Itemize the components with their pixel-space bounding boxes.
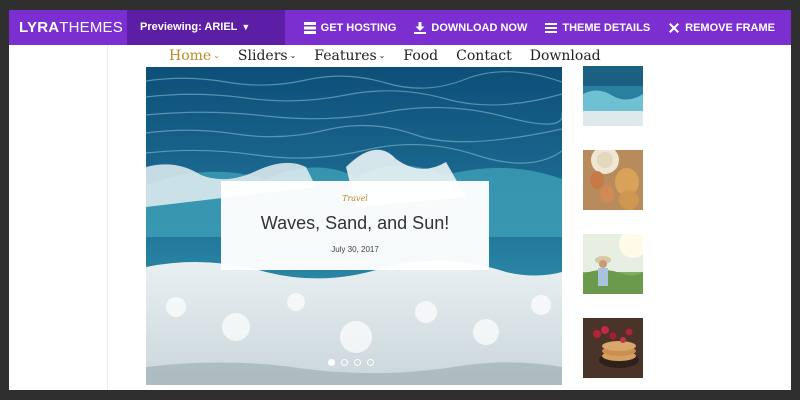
nav-item-download[interactable]: Download bbox=[530, 48, 601, 64]
slide-dot-4[interactable] bbox=[367, 359, 374, 366]
field-person-thumbnail[interactable] bbox=[583, 234, 643, 294]
theme-details-label: THEME DETAILS bbox=[562, 21, 651, 34]
slider-pagination bbox=[328, 359, 380, 366]
lyrathemes-logo[interactable]: LYRATHEMES bbox=[19, 10, 123, 45]
post-date: July 30, 2017 bbox=[331, 245, 379, 254]
post-title[interactable]: Waves, Sand, and Sun! bbox=[221, 213, 489, 234]
brand-light-text: THEMES bbox=[59, 19, 123, 36]
download-now-button[interactable]: DOWNLOAD NOW bbox=[414, 21, 528, 34]
theme-preview-bar: LYRATHEMES Previewing: ARIEL ▼ GET HOSTIN… bbox=[9, 10, 791, 45]
nav-item-sliders[interactable]: Sliders ⌄ bbox=[238, 48, 296, 64]
get-hosting-button[interactable]: GET HOSTING bbox=[303, 21, 397, 34]
nav-item-label: Food bbox=[403, 48, 439, 64]
nav-item-home[interactable]: Home ⌄ bbox=[169, 48, 220, 64]
remove-frame-label: REMOVE FRAME bbox=[685, 21, 775, 34]
nav-item-features[interactable]: Features ⌄ bbox=[314, 48, 385, 64]
chevron-down-icon: ⌄ bbox=[213, 51, 220, 60]
slide-dot-1[interactable] bbox=[328, 359, 335, 366]
list-icon bbox=[545, 22, 558, 33]
post-caption-card[interactable]: Travel Waves, Sand, and Sun! July 30, 20… bbox=[221, 181, 489, 270]
nav-item-label: Download bbox=[529, 48, 601, 64]
pancakes-berries-thumbnail[interactable] bbox=[583, 318, 643, 378]
theme-details-button[interactable]: THEME DETAILS bbox=[545, 22, 650, 34]
ocean-thumbnail-image bbox=[583, 66, 643, 126]
main-navigation: Home ⌄ Sliders ⌄ Features ⌄ Food Contact Do… bbox=[169, 45, 619, 67]
download-now-label: DOWNLOAD NOW bbox=[431, 21, 528, 34]
post-category[interactable]: Travel bbox=[221, 194, 489, 203]
nav-item-label: Sliders bbox=[237, 48, 288, 64]
get-hosting-label: GET HOSTING bbox=[320, 21, 397, 34]
nav-item-label: Features bbox=[314, 48, 377, 64]
close-icon bbox=[669, 22, 680, 33]
nav-item-food[interactable]: Food bbox=[403, 48, 438, 64]
chevron-down-icon: ⌄ bbox=[378, 51, 386, 60]
brand-bold-text: LYRA bbox=[19, 19, 60, 36]
previewing-text: Previewing: ARIEL bbox=[140, 21, 238, 33]
top-actions: GET HOSTING DOWNLOAD NOW THEME DETAILS R… bbox=[286, 10, 775, 45]
eggs-waffles-thumbnail-image bbox=[583, 150, 643, 210]
remove-frame-button[interactable]: REMOVE FRAME bbox=[668, 22, 775, 34]
chevron-down-icon: ⌄ bbox=[289, 51, 297, 60]
pancakes-berries-thumbnail-image bbox=[583, 318, 643, 378]
download-icon bbox=[414, 21, 427, 34]
theme-selector[interactable]: Previewing: ARIEL ▼ bbox=[127, 10, 285, 45]
field-person-thumbnail-image bbox=[583, 234, 643, 294]
ocean-thumbnail[interactable] bbox=[583, 66, 643, 126]
nav-item-label: Contact bbox=[456, 48, 512, 64]
theme-selector-label: Previewing: ARIEL ▼ bbox=[140, 10, 250, 45]
nav-item-label: Home bbox=[169, 48, 212, 64]
eggs-waffles-thumbnail[interactable] bbox=[583, 150, 643, 210]
slide-dot-3[interactable] bbox=[354, 359, 361, 366]
server-icon bbox=[303, 21, 316, 34]
browser-frame: LYRATHEMES Previewing: ARIEL ▼ GET HOSTIN… bbox=[9, 10, 791, 390]
nav-item-contact[interactable]: Contact bbox=[456, 48, 512, 64]
slide-dot-2[interactable] bbox=[341, 359, 348, 366]
chevron-down-icon: ▼ bbox=[241, 22, 251, 32]
hero-slider[interactable]: Travel Waves, Sand, and Sun! July 30, 20… bbox=[146, 67, 562, 385]
